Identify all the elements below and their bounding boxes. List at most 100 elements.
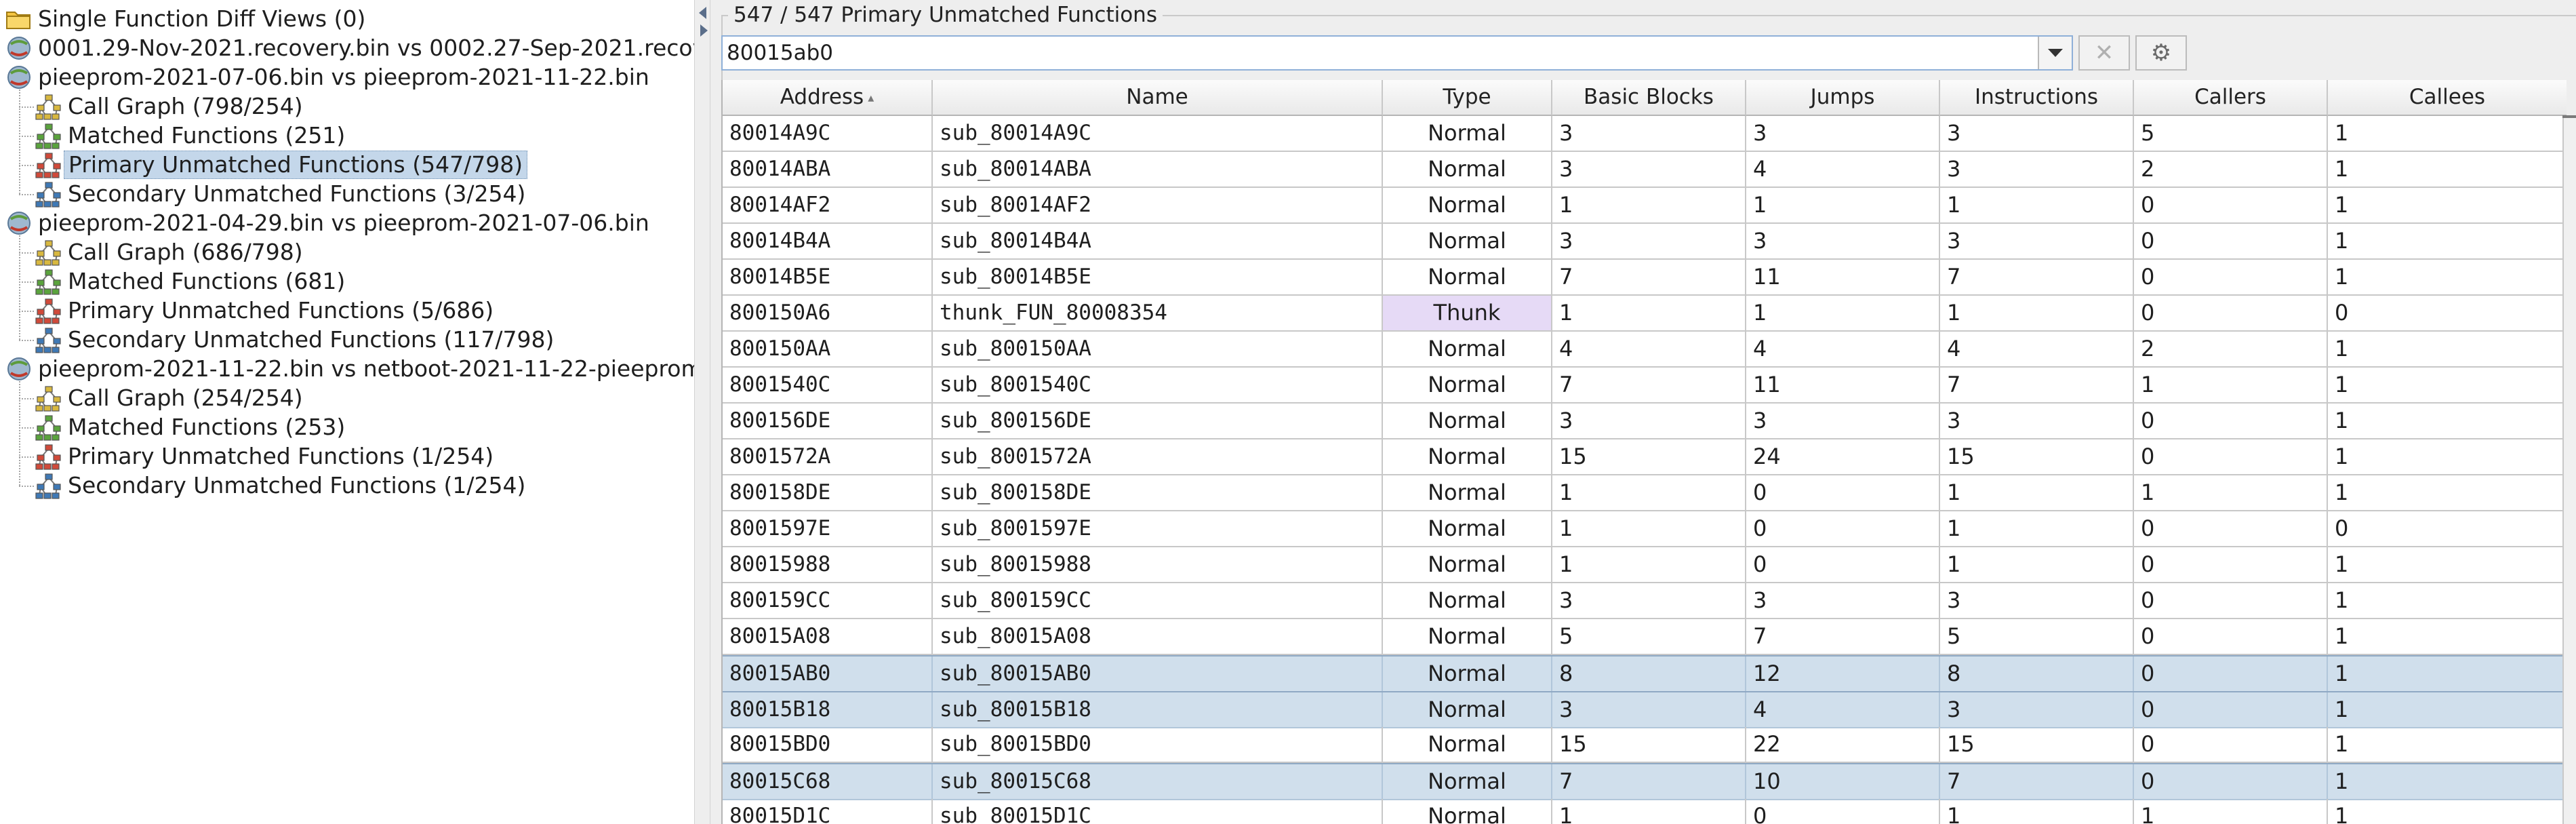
collapse-right-icon[interactable] (700, 24, 708, 37)
table-row[interactable]: 80015AB0 sub_80015AB0 Normal 8 12 8 0 1 (723, 655, 2567, 692)
filter-dropdown-button[interactable] (2038, 37, 2072, 69)
col-address-header[interactable]: Address ▴ (723, 80, 933, 116)
col-basic-blocks-cell: 4 (1552, 332, 1746, 368)
col-callees-cell: 1 (2328, 656, 2567, 692)
table-row[interactable]: 800156DE sub_800156DE Normal 3 3 3 0 1 (723, 404, 2567, 439)
table-row[interactable]: 8001597E sub_8001597E Normal 1 0 1 0 0 (723, 511, 2567, 547)
table-row[interactable]: 80015988 sub_80015988 Normal 1 0 1 0 1 (723, 547, 2567, 583)
col-type-cell: Normal (1383, 439, 1552, 475)
col-instructions-cell: 3 (1940, 116, 2134, 152)
table-row[interactable]: 80015B18 sub_80015B18 Normal 3 4 3 0 1 (723, 691, 2567, 728)
diff-tree-panel: Single Function Diff Views (0) 0001.29-No… (0, 0, 694, 824)
col-callees-cell: 0 (2328, 511, 2567, 547)
scrollbar-thumb[interactable] (2562, 115, 2576, 118)
col-callers-cell: 5 (2134, 116, 2328, 152)
tree-diff-0[interactable]: 0001.29-Nov-2021.recovery.bin vs 0002.27… (4, 33, 694, 63)
table-row[interactable]: 800158DE sub_800158DE Normal 1 0 1 1 1 (723, 475, 2567, 511)
table-row[interactable]: 80014B4A sub_80014B4A Normal 3 3 3 0 1 (723, 224, 2567, 260)
col-callers-cell: 1 (2134, 799, 2328, 824)
col-callers-cell: 0 (2134, 260, 2328, 296)
col-jumps-cell: 11 (1746, 368, 1940, 404)
col-type-cell: Normal (1383, 692, 1552, 728)
col-basic-blocks-cell: 8 (1552, 656, 1746, 692)
tree-node-label: Call Graph (798/254) (68, 93, 303, 119)
col-name-cell: sub_800156DE (933, 404, 1383, 439)
col-name-cell: thunk_FUN_80008354 (933, 296, 1383, 332)
filter-settings-button[interactable]: ⚙ (2135, 35, 2187, 71)
col-jumps-cell: 11 (1746, 260, 1940, 296)
col-callers-cell: 0 (2134, 692, 2328, 728)
tree-item-3-3[interactable]: Secondary Unmatched Functions (1/254) (34, 471, 529, 501)
table-scrollbar[interactable] (2562, 115, 2576, 824)
call-graph-icon (34, 237, 64, 267)
col-callees-cell: 1 (2328, 547, 2567, 583)
tree-item-2-0[interactable]: Call Graph (686/798) (34, 237, 307, 267)
tree-diff-1[interactable]: pieeprom-2021-07-06.bin vs pieeprom-2021… (4, 62, 653, 92)
tree-item-2-1[interactable]: Matched Functions (681) (34, 267, 349, 296)
tree-item-3-1[interactable]: Matched Functions (253) (34, 412, 349, 442)
tree-connector (19, 398, 34, 399)
table-row[interactable]: 800159CC sub_800159CC Normal 3 3 3 0 1 (723, 583, 2567, 619)
table-row[interactable]: 80014B5E sub_80014B5E Normal 7 11 7 0 1 (723, 260, 2567, 296)
table-row[interactable]: 8001572A sub_8001572A Normal 15 24 15 0 1 (723, 439, 2567, 475)
tree-item-1-2[interactable]: Primary Unmatched Functions (547/798) (34, 150, 528, 180)
col-type-cell: Normal (1383, 116, 1552, 152)
diff-icon (4, 208, 34, 238)
col-name-header[interactable]: Name (933, 80, 1383, 116)
clear-filter-button[interactable]: ✕ (2078, 35, 2130, 71)
col-callers-cell: 0 (2134, 656, 2328, 692)
table-row[interactable]: 800150A6 thunk_FUN_80008354 Thunk 1 1 1 0 0 (723, 296, 2567, 332)
col-type-header[interactable]: Type (1383, 80, 1552, 116)
tree-diff-3[interactable]: pieeprom-2021-11-22.bin vs netboot-2021-… (4, 354, 694, 384)
col-instructions-header[interactable]: Instructions (1940, 80, 2134, 116)
col-basic-blocks-cell: 3 (1552, 116, 1746, 152)
table-row[interactable]: 80015A08 sub_80015A08 Normal 5 7 5 0 1 (723, 619, 2567, 655)
collapse-left-icon[interactable] (699, 7, 706, 19)
col-jumps-cell: 0 (1746, 799, 1940, 824)
filter-combobox[interactable] (721, 35, 2073, 71)
col-type-cell: Normal (1383, 799, 1552, 824)
table-header: Address ▴ Name Type Basic Blocks Jumps Instruc… (723, 80, 2567, 116)
tree-item-2-2[interactable]: Primary Unmatched Functions (5/686) (34, 296, 498, 326)
col-callees-header[interactable]: Callees (2328, 80, 2567, 116)
col-jumps-header[interactable]: Jumps (1746, 80, 1940, 116)
table-row[interactable]: 8001540C sub_8001540C Normal 7 11 7 1 1 (723, 368, 2567, 404)
col-address-cell: 80014A9C (723, 116, 933, 152)
col-address-cell: 80014ABA (723, 152, 933, 188)
panel-splitter[interactable] (694, 0, 710, 824)
col-name-cell: sub_80015C68 (933, 764, 1383, 800)
tree-node-label: Secondary Unmatched Functions (3/254) (68, 180, 526, 207)
col-callees-cell: 1 (2328, 188, 2567, 224)
table-row[interactable]: 80015C68 sub_80015C68 Normal 7 10 7 0 1 (723, 763, 2567, 800)
table-row[interactable]: 80014A9C sub_80014A9C Normal 3 3 3 5 1 (723, 116, 2567, 152)
tree-item-3-2[interactable]: Primary Unmatched Functions (1/254) (34, 442, 498, 471)
filter-input[interactable] (723, 37, 2038, 69)
table-row[interactable]: 80015BD0 sub_80015BD0 Normal 15 22 15 0 1 (723, 727, 2567, 763)
primary-unmatched-icon (34, 296, 64, 326)
tree-item-3-0[interactable]: Call Graph (254/254) (34, 383, 307, 413)
col-address-cell: 8001540C (723, 368, 933, 404)
tree-item-1-1[interactable]: Matched Functions (251) (34, 121, 349, 151)
col-jumps-cell: 0 (1746, 547, 1940, 583)
col-address-cell: 80015A08 (723, 619, 933, 655)
tree-item-1-0[interactable]: Call Graph (798/254) (34, 92, 307, 121)
tree-item-1-3[interactable]: Secondary Unmatched Functions (3/254) (34, 179, 529, 209)
col-basic-blocks-header[interactable]: Basic Blocks (1552, 80, 1746, 116)
col-callers-header[interactable]: Callers (2134, 80, 2328, 116)
table-row[interactable]: 80015D1C sub_80015D1C Normal 1 0 1 1 1 (723, 799, 2567, 824)
tree-connector (19, 456, 34, 458)
col-callees-cell: 1 (2328, 368, 2567, 404)
col-name-cell: sub_8001572A (933, 439, 1383, 475)
tree-item-2-3[interactable]: Secondary Unmatched Functions (117/798) (34, 325, 558, 355)
tree-root-single-function-diff-views[interactable]: Single Function Diff Views (0) (4, 4, 369, 34)
tree-diff-2[interactable]: pieeprom-2021-04-29.bin vs pieeprom-2021… (4, 208, 653, 238)
col-callers-cell: 0 (2134, 727, 2328, 763)
table-row[interactable]: 80014AF2 sub_80014AF2 Normal 1 1 1 0 1 (723, 188, 2567, 224)
table-row[interactable]: 800150AA sub_800150AA Normal 4 4 4 2 1 (723, 332, 2567, 368)
col-jumps-cell: 10 (1746, 764, 1940, 800)
col-name-cell: sub_80015AB0 (933, 656, 1383, 692)
col-instructions-cell: 3 (1940, 692, 2134, 728)
column-header-label: Name (1126, 85, 1188, 109)
col-name-cell: sub_800159CC (933, 583, 1383, 619)
table-row[interactable]: 80014ABA sub_80014ABA Normal 3 4 3 2 1 (723, 152, 2567, 188)
